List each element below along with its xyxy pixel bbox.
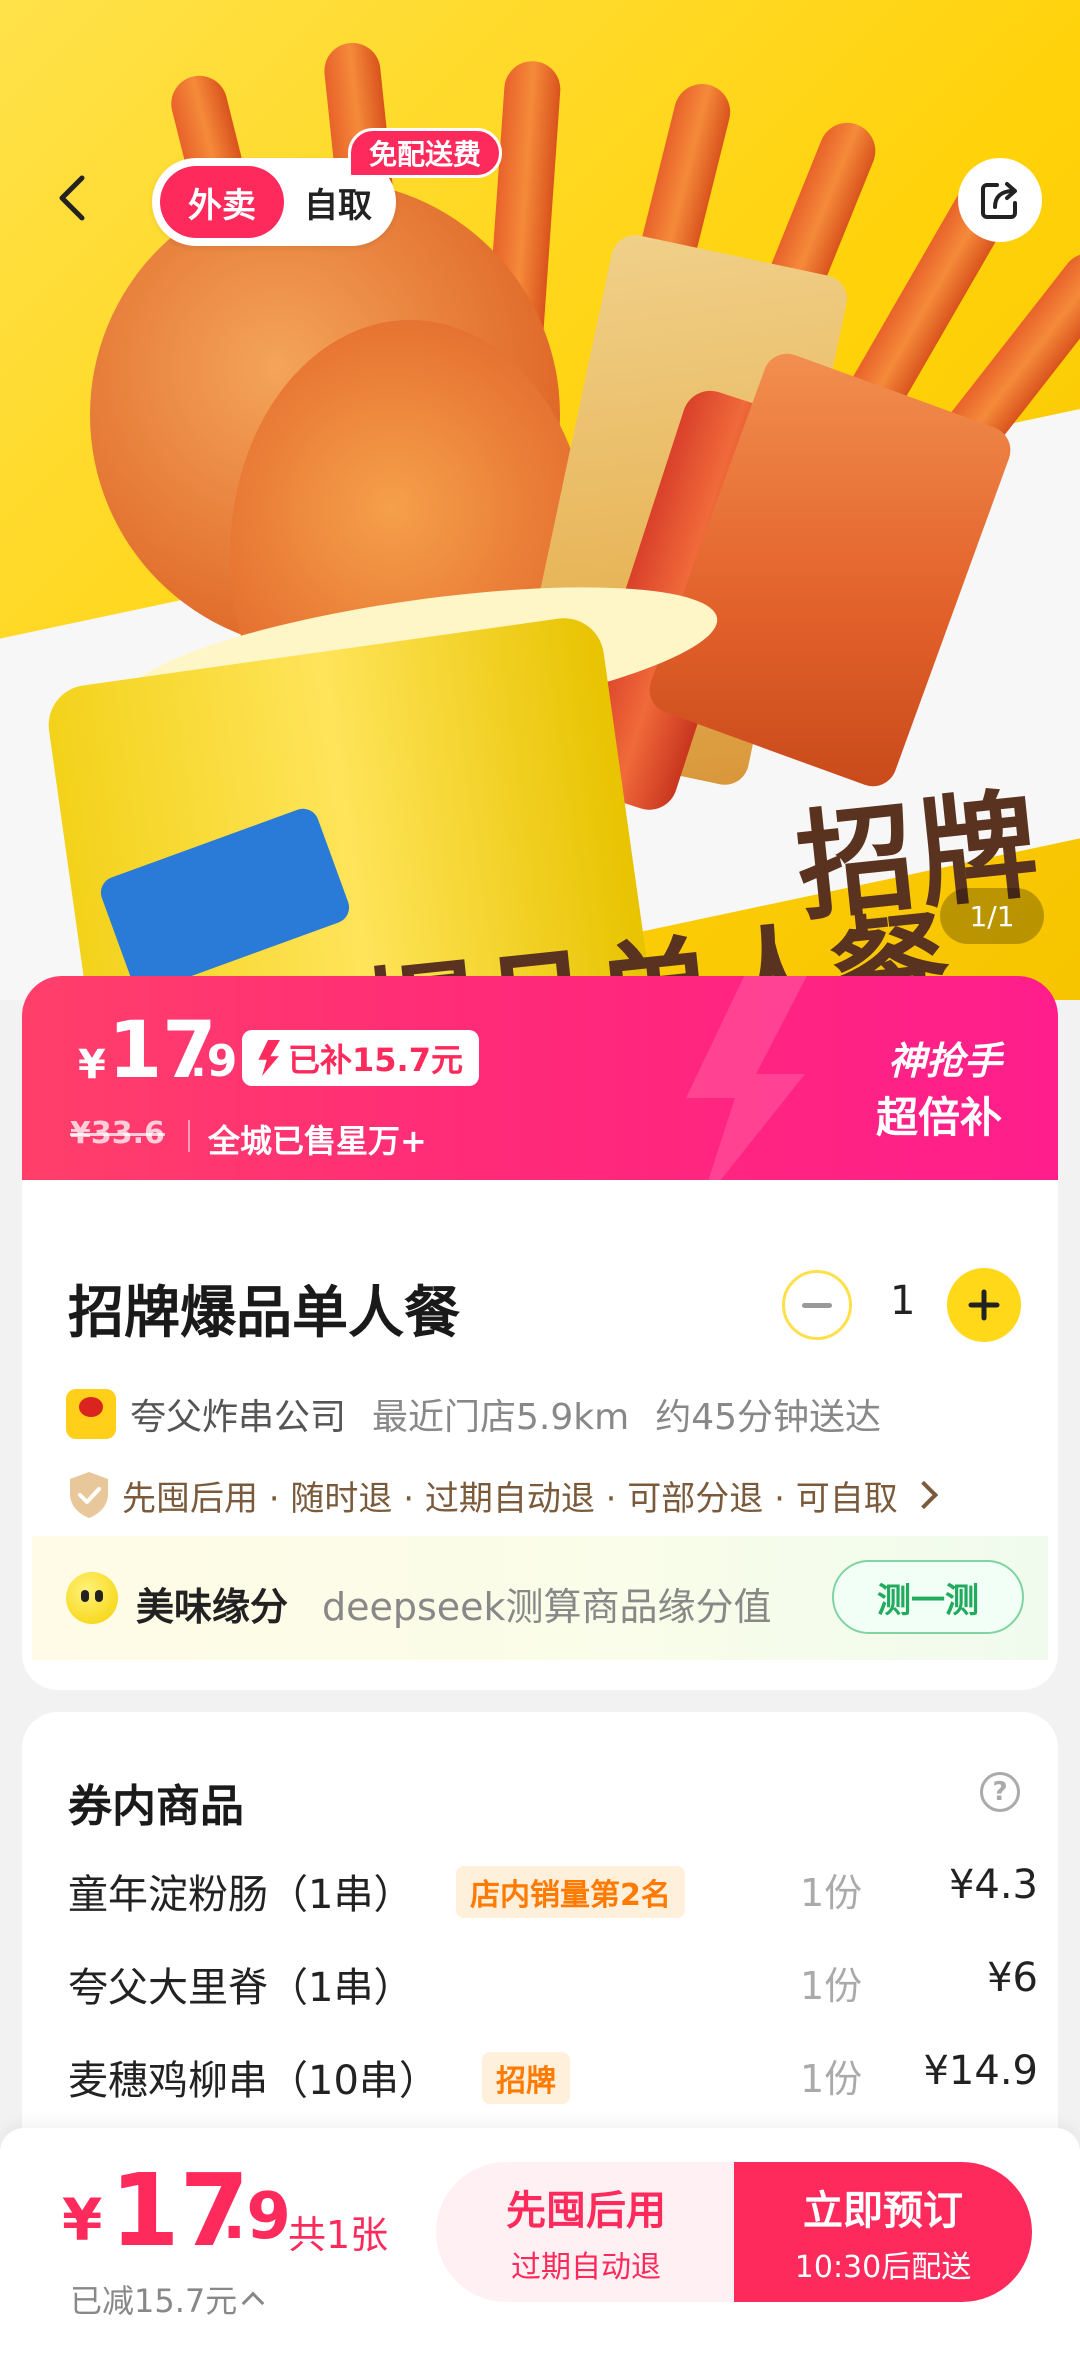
item-qty: 1份 bbox=[800, 2057, 863, 2101]
shield-check-icon bbox=[70, 1472, 108, 1518]
shop-row[interactable]: 夸父炸串公司 最近门店5.9km 约45分钟送达 bbox=[66, 1388, 881, 1440]
plus-icon bbox=[968, 1289, 1000, 1321]
banner-price-decimal: .9 bbox=[190, 1036, 238, 1087]
chevron-up-icon bbox=[241, 2291, 265, 2315]
match-description: deepseek测算商品缘分值 bbox=[322, 1585, 772, 1629]
share-button[interactable] bbox=[958, 158, 1042, 242]
shop-logo bbox=[66, 1389, 116, 1439]
product-page: 招牌 爆品单人餐 外卖 自取 免配送费 1/1 ¥ 17 .9 已补15.7元 … bbox=[0, 0, 1080, 2376]
share-icon bbox=[981, 182, 1017, 219]
lightning-icon bbox=[258, 1040, 280, 1076]
store-distance: 最近门店5.9km bbox=[372, 1397, 630, 1438]
item-qty: 1份 bbox=[800, 1871, 863, 1915]
match-test-button[interactable]: 测一测 bbox=[832, 1560, 1024, 1634]
product-hero-image[interactable]: 招牌 爆品单人餐 bbox=[0, 0, 1080, 1000]
discount-label: 已减15.7元 bbox=[70, 2282, 238, 2320]
minus-icon bbox=[802, 1302, 832, 1308]
item-name: 麦穗鸡柳串（10串） bbox=[68, 2058, 439, 2104]
stock-up-subtitle: 过期自动退 bbox=[511, 2250, 661, 2285]
item-price: ¥6 bbox=[987, 1955, 1038, 2001]
delivery-eta: 约45分钟送达 bbox=[655, 1397, 881, 1438]
total-price-decimal: .9 bbox=[222, 2180, 291, 2254]
stock-up-button[interactable]: 先囤后用 过期自动退 bbox=[436, 2162, 736, 2302]
quantity-minus-button[interactable] bbox=[782, 1270, 852, 1340]
promo-label-1: 神抢手 bbox=[887, 1039, 1002, 1083]
back-button[interactable] bbox=[44, 168, 104, 228]
promo-label-2: 超倍补 bbox=[875, 1093, 1002, 1142]
item-qty: 1份 bbox=[800, 1964, 863, 2008]
quantity-value: 1 bbox=[890, 1278, 916, 1324]
divider bbox=[188, 1120, 190, 1152]
book-now-subtitle: 10:30后配送 bbox=[794, 2250, 972, 2285]
chevron-left-icon bbox=[59, 175, 85, 221]
service-promise-row[interactable]: 先囤后用 · 随时退 · 过期自动退 · 可部分退 · 可自取 bbox=[66, 1470, 938, 1520]
taste-match-strip: 美味缘分 deepseek测算商品缘分值 测一测 bbox=[32, 1536, 1048, 1660]
chevron-right-icon bbox=[909, 1480, 938, 1510]
tab-delivery[interactable]: 外卖 bbox=[160, 166, 284, 238]
book-now-button[interactable]: 立即预订 10:30后配送 bbox=[734, 2162, 1032, 2302]
price-banner: ¥ 17 .9 已补15.7元 ¥33.6 全城已售星万+ 神抢手 超倍补 bbox=[22, 976, 1058, 1188]
item-price: ¥14.9 bbox=[923, 2048, 1038, 2094]
banner-currency: ¥ bbox=[78, 1042, 106, 1088]
subsidy-label: 已补15.7元 bbox=[288, 1041, 463, 1079]
items-title: 券内商品 bbox=[68, 1781, 244, 1832]
list-item: 夸父大里脊（1串） 1份 ¥6 bbox=[68, 1955, 1038, 2015]
smile-emoji-icon bbox=[66, 1572, 118, 1624]
match-title: 美味缘分 bbox=[136, 1585, 289, 1629]
shop-name: 夸父炸串公司 bbox=[130, 1397, 347, 1438]
lightning-decoration-icon bbox=[686, 976, 812, 1188]
voucher-count: 共1张 bbox=[288, 2213, 389, 2257]
product-info-card: 招牌爆品单人餐 1 夸父炸串公司 最近门店5.9km 约45分钟送达 先囤后用 … bbox=[22, 1180, 1058, 1690]
total-currency: ¥ bbox=[62, 2186, 103, 2254]
help-icon[interactable]: ? bbox=[980, 1772, 1020, 1812]
original-price: ¥33.6 bbox=[70, 1116, 165, 1151]
list-item: 麦穗鸡柳串（10串） 招牌 1份 ¥14.9 bbox=[68, 2048, 1038, 2108]
sales-count: 全城已售星万+ bbox=[208, 1122, 427, 1160]
image-page-indicator: 1/1 bbox=[940, 888, 1044, 944]
service-promises: 先囤后用 · 随时退 · 过期自动退 · 可部分退 · 可自取 bbox=[122, 1478, 898, 1519]
subsidy-badge: 已补15.7元 bbox=[242, 1030, 479, 1086]
item-name: 童年淀粉肠（1串） bbox=[68, 1872, 414, 1918]
list-item: 童年淀粉肠（1串） 店内销量第2名 1份 ¥4.3 bbox=[68, 1862, 1038, 1922]
checkout-bar: ¥ 17 .9 共1张 已减15.7元 先囤后用 过期自动退 立即预订 10:3… bbox=[0, 2128, 1080, 2376]
book-now-title: 立即预订 bbox=[803, 2188, 963, 2234]
signature-badge: 招牌 bbox=[482, 2052, 570, 2104]
item-name: 夸父大里脊（1串） bbox=[68, 1965, 414, 2011]
sales-rank-badge: 店内销量第2名 bbox=[456, 1866, 685, 1918]
stock-up-title: 先囤后用 bbox=[506, 2188, 666, 2234]
product-title: 招牌爆品单人餐 bbox=[68, 1281, 460, 1346]
item-price: ¥4.3 bbox=[948, 1862, 1038, 1908]
discount-summary[interactable]: 已减15.7元 bbox=[70, 2276, 265, 2322]
quantity-plus-button[interactable] bbox=[947, 1268, 1021, 1342]
free-delivery-badge: 免配送费 bbox=[348, 128, 503, 178]
